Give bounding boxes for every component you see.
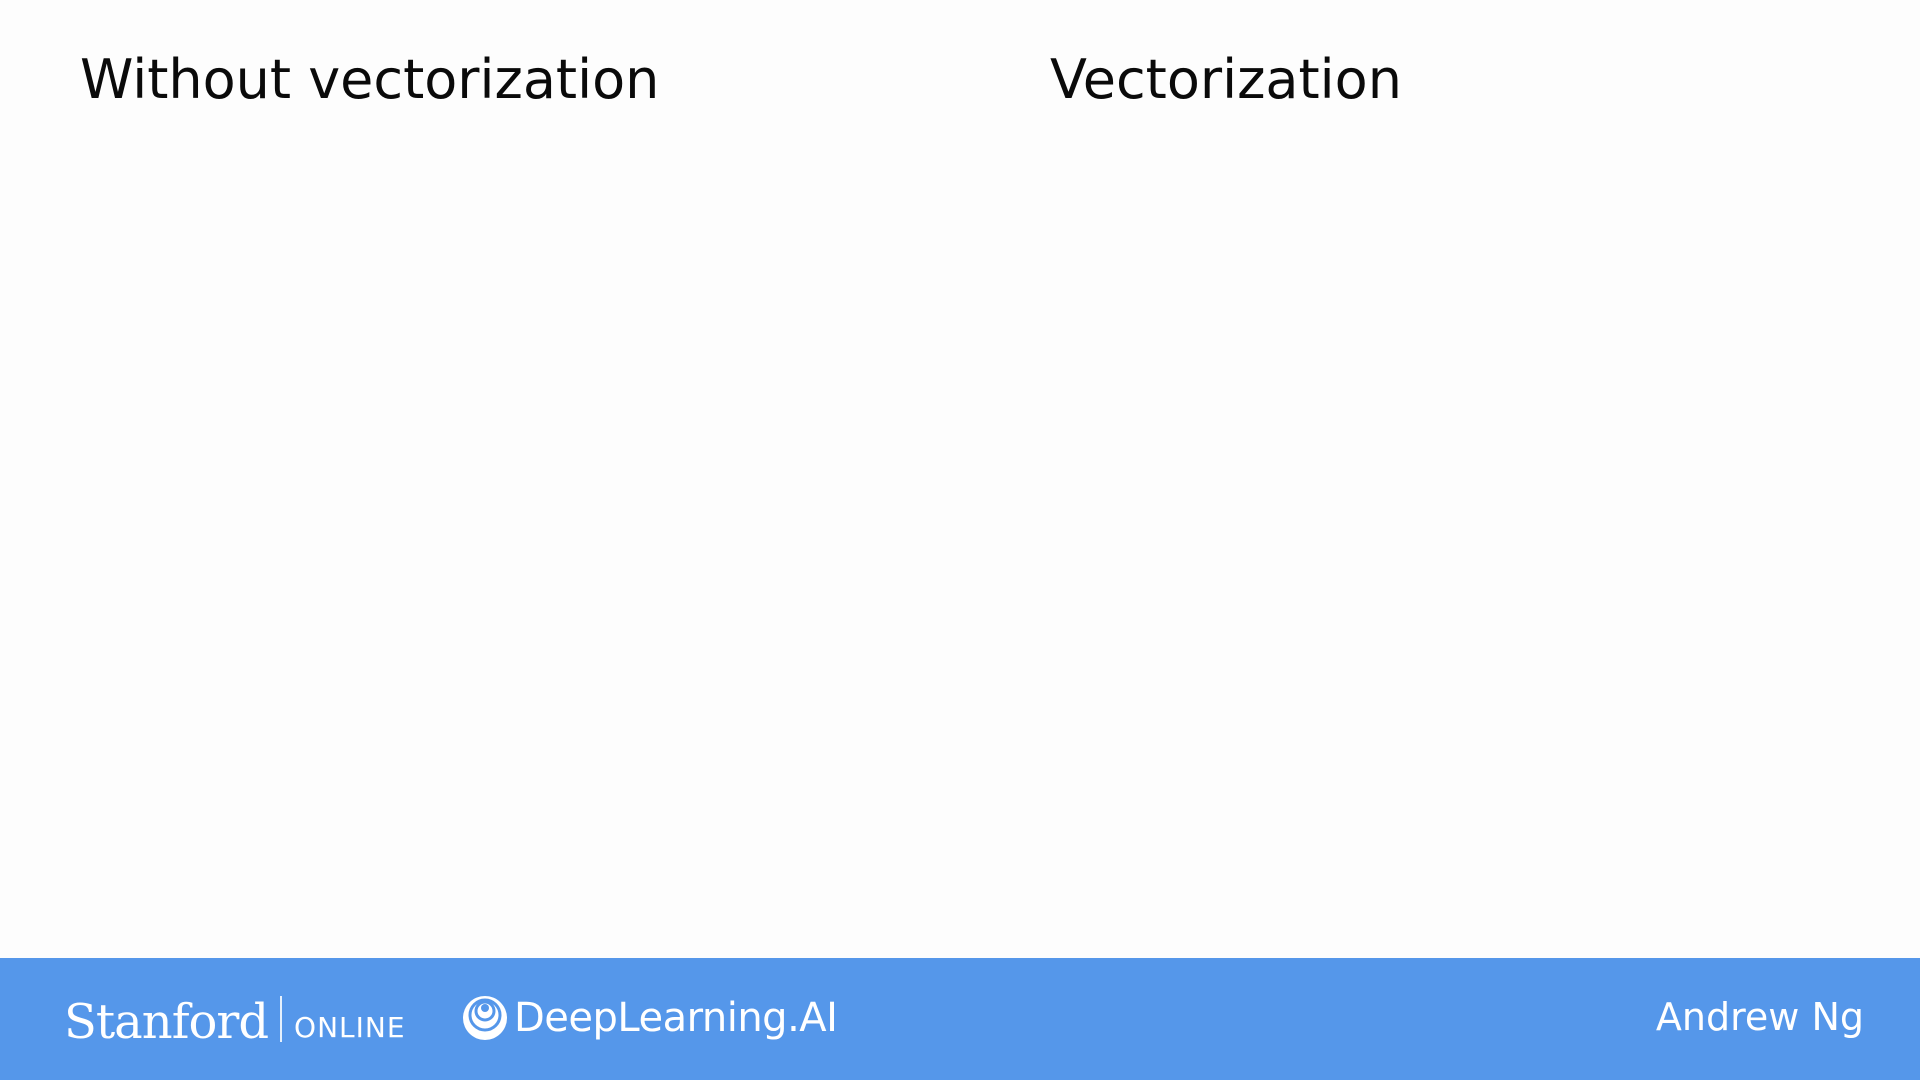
stanford-online-logo: Stanford ONLINE	[64, 984, 406, 1046]
footer-bar: Stanford ONLINE DeepLearning.AI Andrew N…	[0, 958, 1920, 1080]
deeplearning-logo: DeepLearning.AI	[462, 990, 838, 1046]
online-wordmark: ONLINE	[294, 1011, 406, 1044]
left-heading: Without vectorization	[80, 48, 660, 111]
presenter-name: Andrew Ng	[1655, 995, 1864, 1039]
stanford-wordmark: Stanford	[64, 994, 269, 1050]
logo-divider	[280, 996, 283, 1042]
right-heading: Vectorization	[1050, 48, 1402, 111]
deeplearning-wordmark: DeepLearning.AI	[514, 995, 838, 1041]
deeplearning-logo-icon	[463, 996, 507, 1040]
slide: Without vectorization Vectorization Stan…	[0, 0, 1920, 1080]
